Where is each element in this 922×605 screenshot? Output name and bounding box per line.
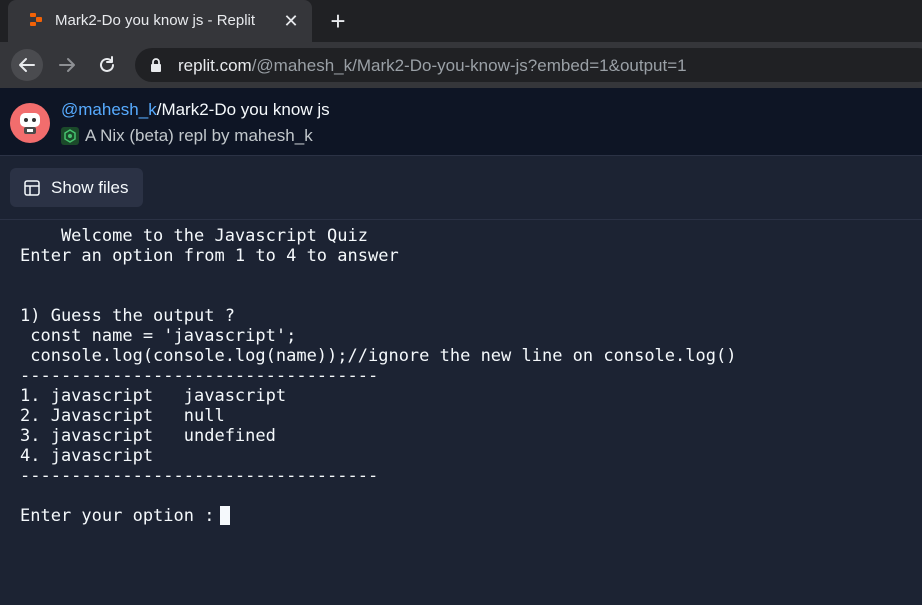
- url-host: replit.com: [178, 56, 252, 75]
- url-path: /@mahesh_k/Mark2-Do-you-know-js?embed=1&…: [251, 56, 687, 75]
- repl-header: @mahesh_k/Mark2-Do you know js A Nix (be…: [0, 88, 922, 156]
- reload-icon: [100, 56, 114, 72]
- back-button[interactable]: [11, 49, 43, 81]
- show-files-label: Show files: [51, 178, 129, 197]
- console-line: 1. javascript javascript: [20, 386, 287, 406]
- nix-icon: [61, 127, 79, 145]
- url-text: replit.com/@mahesh_k/Mark2-Do-you-know-j…: [178, 56, 687, 76]
- address-bar[interactable]: replit.com/@mahesh_k/Mark2-Do-you-know-j…: [135, 48, 922, 82]
- repl-name: Mark2-Do you know js: [161, 100, 330, 119]
- console-line: console.log(console.log(name));//ignore …: [20, 346, 737, 366]
- show-files-button[interactable]: Show files: [10, 168, 143, 207]
- console-line: 4. javascript: [20, 446, 154, 466]
- lock-icon: [151, 58, 161, 72]
- reload-button[interactable]: [91, 49, 123, 81]
- avatar[interactable]: [10, 103, 50, 143]
- repl-title: @mahesh_k/Mark2-Do you know js: [61, 100, 330, 120]
- new-tab-button[interactable]: +: [326, 8, 350, 34]
- files-icon: [24, 180, 40, 196]
- browser-tab[interactable]: Mark2-Do you know js - Replit ✕: [8, 0, 312, 42]
- replit-logo-icon: [28, 12, 44, 28]
- arrow-right-icon: [59, 58, 75, 72]
- console-line: Welcome to the Javascript Quiz: [20, 226, 368, 246]
- tab-title: Mark2-Do you know js - Replit: [55, 12, 256, 29]
- browser-toolbar: replit.com/@mahesh_k/Mark2-Do-you-know-j…: [0, 42, 922, 88]
- console-line: 2. Javascript null: [20, 406, 225, 426]
- console-line: -----------------------------------: [20, 466, 379, 486]
- text-cursor[interactable]: [220, 506, 230, 525]
- console-line: 3. javascript undefined: [20, 426, 276, 446]
- files-bar: Show files: [0, 157, 922, 220]
- repl-subtitle: A Nix (beta) repl by mahesh_k: [85, 126, 313, 145]
- browser-tab-strip: Mark2-Do you know js - Replit ✕ +: [0, 0, 922, 42]
- console-line: 1) Guess the output ?: [20, 306, 235, 326]
- console-line: const name = 'javascript';: [20, 326, 297, 346]
- forward-button[interactable]: [51, 49, 83, 81]
- repl-owner-link[interactable]: @mahesh_k: [61, 100, 157, 119]
- close-tab-icon[interactable]: ✕: [280, 10, 302, 32]
- console-prompt: Enter your option :: [20, 506, 225, 526]
- console-line: Enter an option from 1 to 4 to answer: [20, 246, 399, 266]
- arrow-left-icon: [19, 58, 35, 72]
- console-line: -----------------------------------: [20, 366, 379, 386]
- console-output[interactable]: Welcome to the Javascript Quiz Enter an …: [0, 221, 922, 605]
